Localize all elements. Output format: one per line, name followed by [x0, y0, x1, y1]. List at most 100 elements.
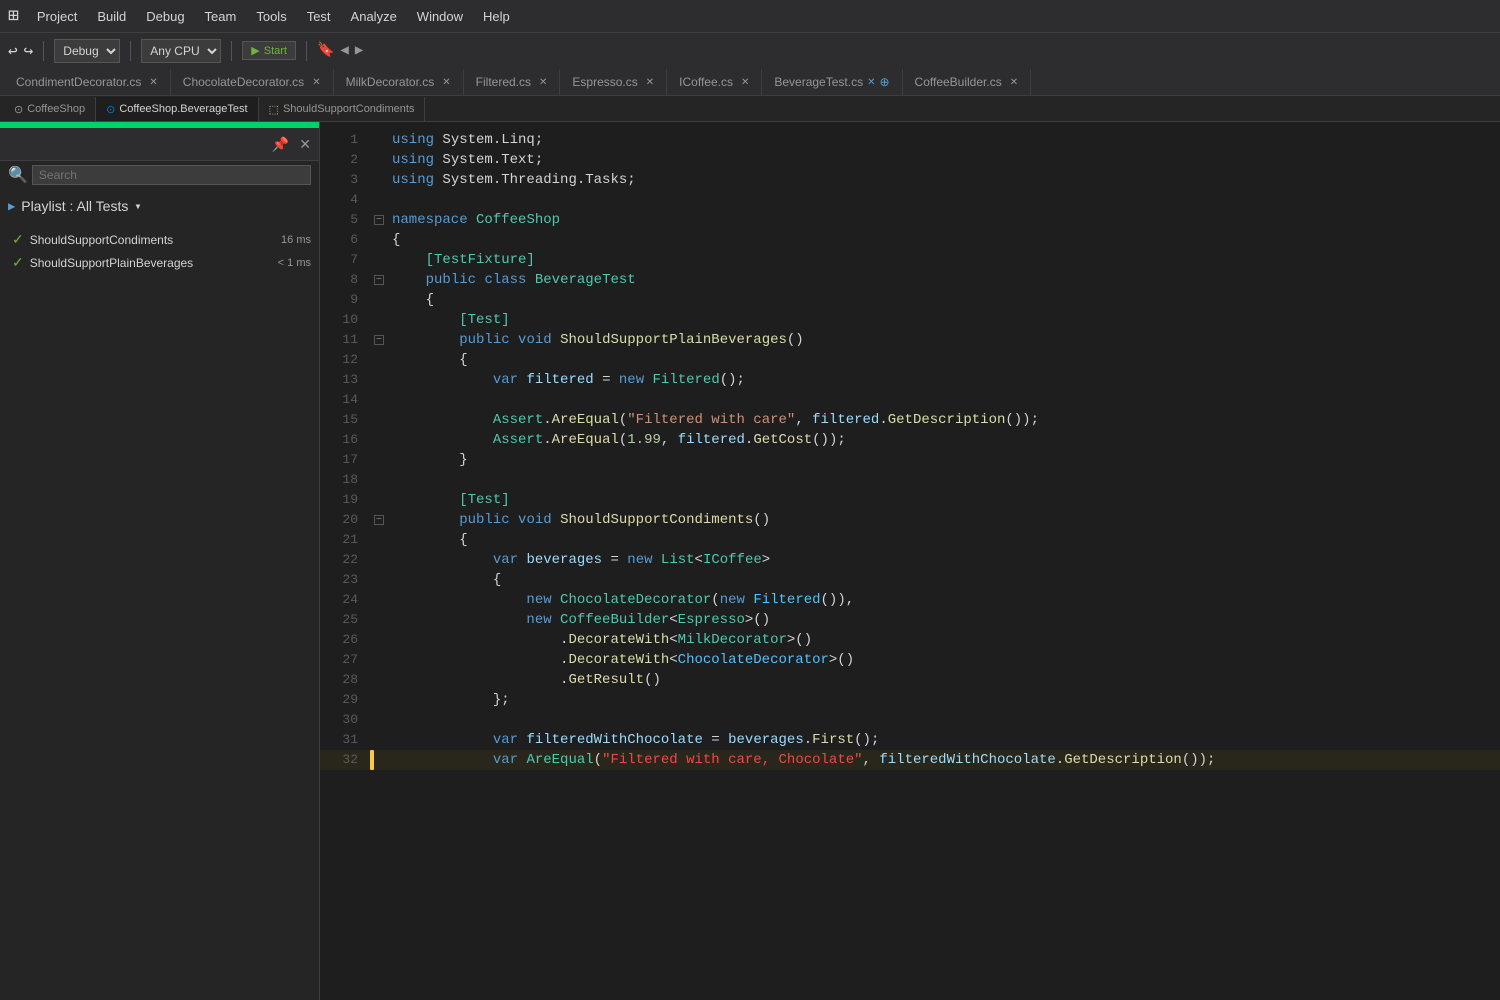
tab-coffee-builder[interactable]: CoffeeBuilder.cs ✕ [903, 69, 1032, 95]
code-line: 30 [320, 710, 1500, 730]
code-line: 25 new CoffeeBuilder<Espresso>() [320, 610, 1500, 630]
code-line: 26 .DecorateWith<MilkDecorator>() [320, 630, 1500, 650]
menu-test[interactable]: Test [299, 5, 339, 28]
code-line: 7 [TestFixture] [320, 250, 1500, 270]
tab-close-icon[interactable]: ✕ [149, 77, 157, 88]
tab-coffeeshop-beveragetest[interactable]: ⊙ CoffeeShop.BeverageTest [96, 97, 258, 121]
code-editor[interactable]: 1 using System.Linq; 2 using System.Text… [320, 122, 1500, 1000]
tab-close-icon[interactable]: ✕ [646, 77, 654, 88]
code-line: 10 [Test] [320, 310, 1500, 330]
test-pass-icon: ✓ [12, 231, 24, 248]
code-line: 23 { [320, 570, 1500, 590]
code-line: 31 var filteredWithChocolate = beverages… [320, 730, 1500, 750]
start-button[interactable]: ▶ Start [242, 41, 296, 60]
code-line: 2 using System.Text; [320, 150, 1500, 170]
code-line: 1 using System.Linq; [320, 130, 1500, 150]
code-line: 29 }; [320, 690, 1500, 710]
playlist-expand-icon[interactable]: ▶ [8, 199, 15, 214]
test-name-condiments: ShouldSupportCondiments [30, 233, 173, 247]
test-time-plain: < 1 ms [278, 257, 311, 269]
menu-analyze[interactable]: Analyze [343, 5, 405, 28]
code-line: 5 − namespace CoffeeShop [320, 210, 1500, 230]
tab-should-support-condiments[interactable]: ⬚ ShouldSupportCondiments [259, 97, 426, 121]
tab-beverage-test[interactable]: BeverageTest.cs ✕ ⊕ [762, 69, 902, 95]
code-line: 3 using System.Threading.Tasks; [320, 170, 1500, 190]
collapse-icon[interactable]: − [374, 515, 384, 525]
redo-icon[interactable]: ↪ [24, 41, 34, 61]
menu-build[interactable]: Build [89, 5, 134, 28]
playlist-label[interactable]: Playlist : All Tests [21, 198, 128, 214]
code-content: 1 using System.Linq; 2 using System.Text… [320, 122, 1500, 778]
toolbar-sep-4 [306, 41, 307, 61]
tab-coffeeshop[interactable]: ⊙ CoffeeShop [4, 97, 96, 121]
platform-select[interactable]: Any CPU [141, 39, 221, 63]
nav-back-icon[interactable]: ◀ [340, 42, 348, 59]
toolbar: ↩ ↪ Debug Any CPU ▶ Start 🔖 ◀ ▶ [0, 32, 1500, 68]
play-icon: ▶ [251, 44, 259, 57]
menu-window[interactable]: Window [409, 5, 471, 28]
toolbar-sep-1 [43, 41, 44, 61]
test-time-condiments: 16 ms [281, 234, 311, 246]
tab-close-icon[interactable]: ✕ [1010, 77, 1018, 88]
menu-project[interactable]: Project [29, 5, 85, 28]
panel-pin-button[interactable]: 📌 [268, 134, 293, 155]
menu-help[interactable]: Help [475, 5, 518, 28]
tab-bar-row2: ⊙ CoffeeShop ⊙ CoffeeShop.BeverageTest ⬚… [0, 96, 1500, 122]
code-line: 22 var beverages = new List<ICoffee> [320, 550, 1500, 570]
panel-close-button[interactable]: ✕ [295, 134, 315, 155]
tab-close-icon[interactable]: ✕ [442, 77, 450, 88]
code-line: 24 new ChocolateDecorator(new Filtered()… [320, 590, 1500, 610]
tab-chocolate-decorator[interactable]: ChocolateDecorator.cs ✕ [171, 69, 334, 95]
test-pass-icon: ✓ [12, 254, 24, 271]
tab-icoffee[interactable]: ICoffee.cs ✕ [667, 69, 762, 95]
tab-condiment-decorator[interactable]: CondimentDecorator.cs ✕ [4, 69, 171, 95]
code-line: 27 .DecorateWith<ChocolateDecorator>() [320, 650, 1500, 670]
tab-filtered[interactable]: Filtered.cs ✕ [464, 69, 561, 95]
test-explorer-panel: 📌 ✕ 🔍 ▶ Playlist : All Tests ▾ ✓ ShouldS… [0, 122, 320, 1000]
code-line: 11 − public void ShouldSupportPlainBever… [320, 330, 1500, 350]
code-line: 32 var AreEqual("Filtered with care, Cho… [320, 750, 1500, 770]
playlist-header: ▶ Playlist : All Tests ▾ [0, 188, 319, 224]
list-item[interactable]: ✓ ShouldSupportPlainBeverages < 1 ms [0, 251, 319, 274]
search-icon: 🔍 [8, 165, 28, 185]
menu-team[interactable]: Team [197, 5, 245, 28]
collapse-icon[interactable]: − [374, 275, 384, 285]
code-line: 21 { [320, 530, 1500, 550]
toolbar-sep-3 [231, 41, 232, 61]
toolbar-sep-2 [130, 41, 131, 61]
test-search-bar: 🔍 [0, 160, 319, 188]
tab-close-icon[interactable]: ✕ [312, 77, 320, 88]
tab-close-icon[interactable]: ✕ [539, 77, 547, 88]
tab-espresso[interactable]: Espresso.cs ✕ [560, 69, 667, 95]
tab-bar-row1: CondimentDecorator.cs ✕ ChocolateDecorat… [0, 68, 1500, 96]
undo-icon[interactable]: ↩ [8, 41, 18, 61]
code-line: 18 [320, 470, 1500, 490]
tab-milk-decorator[interactable]: MilkDecorator.cs ✕ [334, 69, 464, 95]
config-select[interactable]: Debug [54, 39, 120, 63]
code-line: 6 { [320, 230, 1500, 250]
code-line: 15 Assert.AreEqual("Filtered with care",… [320, 410, 1500, 430]
code-line: 14 [320, 390, 1500, 410]
code-line: 9 { [320, 290, 1500, 310]
menu-bar: ⊞ Project Build Debug Team Tools Test An… [0, 0, 1500, 32]
menu-tools[interactable]: Tools [248, 5, 294, 28]
list-item[interactable]: ✓ ShouldSupportCondiments 16 ms [0, 228, 319, 251]
test-name-plain: ShouldSupportPlainBeverages [30, 256, 193, 270]
collapse-icon[interactable]: − [374, 215, 384, 225]
code-line: 20 − public void ShouldSupportCondiments… [320, 510, 1500, 530]
menu-debug[interactable]: Debug [138, 5, 192, 28]
playlist-dropdown-icon[interactable]: ▾ [134, 199, 141, 214]
bookmark-icon[interactable]: 🔖 [317, 42, 334, 59]
vs-logo: ⊞ [8, 5, 19, 27]
code-line: 8 − public class BeverageTest [320, 270, 1500, 290]
code-line: 19 [Test] [320, 490, 1500, 510]
collapse-icon[interactable]: − [374, 335, 384, 345]
code-line: 13 var filtered = new Filtered(); [320, 370, 1500, 390]
panel-toolbar: 📌 ✕ [0, 128, 319, 160]
test-search-input[interactable] [32, 165, 311, 185]
code-line: 12 { [320, 350, 1500, 370]
tab-close-icon[interactable]: ✕ [741, 77, 749, 88]
start-label: Start [264, 45, 287, 57]
nav-fwd-icon[interactable]: ▶ [355, 42, 363, 59]
main-layout: 📌 ✕ 🔍 ▶ Playlist : All Tests ▾ ✓ ShouldS… [0, 122, 1500, 1000]
